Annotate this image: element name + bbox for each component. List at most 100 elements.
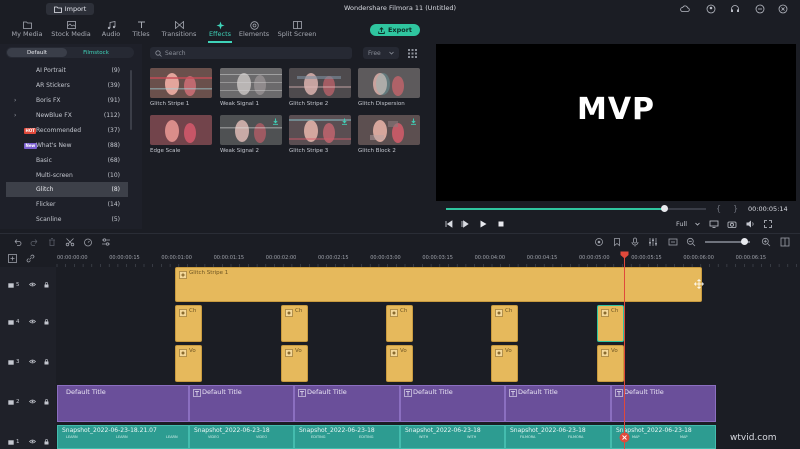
- title-clip[interactable]: Default Title: [294, 385, 400, 422]
- effect-clip[interactable]: Glitch Stripe 1: [175, 267, 702, 302]
- category-basic[interactable]: Basic (68): [6, 153, 128, 168]
- category-flicker[interactable]: Flicker (14): [6, 197, 128, 212]
- tab-transitions[interactable]: Transitions: [156, 20, 202, 42]
- effect-card[interactable]: Weak Signal 1: [220, 68, 282, 107]
- category-newblue-fx[interactable]: › NewBlue FX (112): [6, 108, 128, 123]
- effect-card[interactable]: Edge Scale: [150, 115, 212, 154]
- lock-icon[interactable]: [44, 439, 49, 445]
- title-clip[interactable]: Default Title: [189, 385, 294, 422]
- title-clip[interactable]: Default Title: [611, 385, 716, 422]
- lock-icon[interactable]: [44, 319, 49, 325]
- effect-card[interactable]: Weak Signal 2: [220, 115, 282, 154]
- adjust-icon[interactable]: [101, 237, 111, 247]
- lock-icon[interactable]: [44, 282, 49, 288]
- microphone-icon[interactable]: [630, 237, 640, 247]
- category-multi-screen[interactable]: Multi-screen (10): [6, 168, 128, 183]
- category-recommended[interactable]: HOT Recommended (37): [6, 123, 128, 138]
- download-icon[interactable]: [341, 118, 348, 125]
- zoom-out-icon[interactable]: [686, 237, 696, 247]
- eye-icon[interactable]: [29, 439, 36, 444]
- default-tab[interactable]: Default: [7, 48, 67, 57]
- cloud-icon[interactable]: [680, 4, 690, 14]
- scissors-icon[interactable]: [619, 432, 630, 443]
- timeline-settings-icon[interactable]: [780, 237, 790, 247]
- video-clip[interactable]: Snapshot_2022-06-23-18 VIDEO VIDEO: [189, 425, 294, 449]
- title-clip[interactable]: Default Title: [400, 385, 505, 422]
- account-icon[interactable]: [706, 4, 716, 14]
- sticker-clip[interactable]: Ch: [597, 305, 624, 342]
- effect-card[interactable]: Glitch Stripe 2: [289, 68, 351, 107]
- close-icon[interactable]: [778, 4, 788, 14]
- stop-icon[interactable]: [496, 219, 506, 229]
- effect-card[interactable]: Glitch Stripe 1: [150, 68, 212, 107]
- category-boris-fx[interactable]: › Boris FX (91): [6, 93, 128, 108]
- redo-icon[interactable]: [30, 237, 40, 247]
- download-icon[interactable]: [272, 118, 279, 125]
- tab-my-media[interactable]: My Media: [4, 20, 50, 42]
- render-icon[interactable]: [594, 237, 604, 247]
- eye-icon[interactable]: [29, 399, 36, 404]
- category-glitch[interactable]: Glitch (8): [6, 182, 128, 197]
- sticker-clip[interactable]: Vo: [597, 345, 624, 382]
- support-icon[interactable]: [730, 4, 740, 14]
- grid-view-icon[interactable]: [408, 49, 417, 58]
- display-icon[interactable]: [709, 219, 719, 229]
- play-back-icon[interactable]: [460, 219, 470, 229]
- download-icon[interactable]: [410, 118, 417, 125]
- zoom-handle[interactable]: [740, 238, 748, 245]
- mark-in-icon[interactable]: {: [716, 204, 721, 213]
- lock-icon[interactable]: [44, 359, 49, 365]
- sticker-clip[interactable]: Vo: [175, 345, 202, 382]
- lock-icon[interactable]: [44, 399, 49, 405]
- chevron-right-icon[interactable]: ›: [14, 97, 16, 104]
- zoom-in-icon[interactable]: [761, 237, 771, 247]
- filter-dropdown[interactable]: Free: [363, 47, 399, 59]
- snapshot-icon[interactable]: [727, 219, 737, 229]
- speed-icon[interactable]: [83, 237, 93, 247]
- playhead[interactable]: [624, 256, 625, 449]
- eye-icon[interactable]: [29, 359, 36, 364]
- previous-frame-icon[interactable]: [444, 219, 454, 229]
- mark-out-icon[interactable]: }: [733, 204, 738, 213]
- effect-card[interactable]: Glitch Block 2: [358, 115, 420, 154]
- delete-icon[interactable]: [47, 237, 57, 247]
- sticker-clip[interactable]: Ch: [491, 305, 518, 342]
- chevron-right-icon[interactable]: ›: [14, 112, 16, 119]
- effect-card[interactable]: Glitch Dispersion: [358, 68, 420, 107]
- category-whats-new[interactable]: New What's New (88): [6, 138, 128, 153]
- add-track-icon[interactable]: [8, 254, 17, 263]
- replace-icon[interactable]: [668, 237, 678, 247]
- video-clip[interactable]: Snapshot_2022-06-23-18.21.07 LEARN LEARN…: [57, 425, 189, 449]
- scrubber-handle[interactable]: [660, 205, 668, 212]
- export-button[interactable]: Export: [370, 24, 420, 36]
- minimize-icon[interactable]: [755, 4, 765, 14]
- audio-volume-icon[interactable]: [745, 219, 755, 229]
- tab-elements[interactable]: Elements: [231, 20, 277, 42]
- sticker-clip[interactable]: Vo: [491, 345, 518, 382]
- video-clip[interactable]: Snapshot_2022-06-23-18 FILMORA FILMORA: [505, 425, 611, 449]
- effect-card[interactable]: Glitch Stripe 3: [289, 115, 351, 154]
- sticker-clip[interactable]: Vo: [386, 345, 413, 382]
- search-input[interactable]: Search: [150, 47, 352, 59]
- quality-dropdown[interactable]: Full: [676, 220, 700, 228]
- title-clip[interactable]: Default Title: [57, 385, 189, 422]
- fullscreen-icon[interactable]: [763, 219, 773, 229]
- link-icon[interactable]: [26, 254, 35, 263]
- play-icon[interactable]: [478, 219, 488, 229]
- category-scanline[interactable]: Scanline (5): [6, 212, 128, 227]
- category-ai-portrait[interactable]: AI Portrait (9): [6, 63, 128, 78]
- sticker-clip[interactable]: Ch: [386, 305, 413, 342]
- eye-icon[interactable]: [29, 282, 36, 287]
- cut-icon[interactable]: [65, 237, 75, 247]
- sticker-clip[interactable]: Vo: [281, 345, 308, 382]
- mixer-icon[interactable]: [648, 237, 658, 247]
- sticker-clip[interactable]: Ch: [175, 305, 202, 342]
- title-clip[interactable]: Default Title: [505, 385, 611, 422]
- tab-split-screen[interactable]: Split Screen: [275, 20, 319, 42]
- filmstock-tab[interactable]: Filmstock: [66, 48, 126, 57]
- playhead-handle[interactable]: [620, 251, 629, 259]
- eye-icon[interactable]: [29, 319, 36, 324]
- sticker-clip[interactable]: Ch: [281, 305, 308, 342]
- video-clip[interactable]: Snapshot_2022-06-23-18 WITH WITH: [400, 425, 505, 449]
- import-button[interactable]: Import: [46, 3, 94, 15]
